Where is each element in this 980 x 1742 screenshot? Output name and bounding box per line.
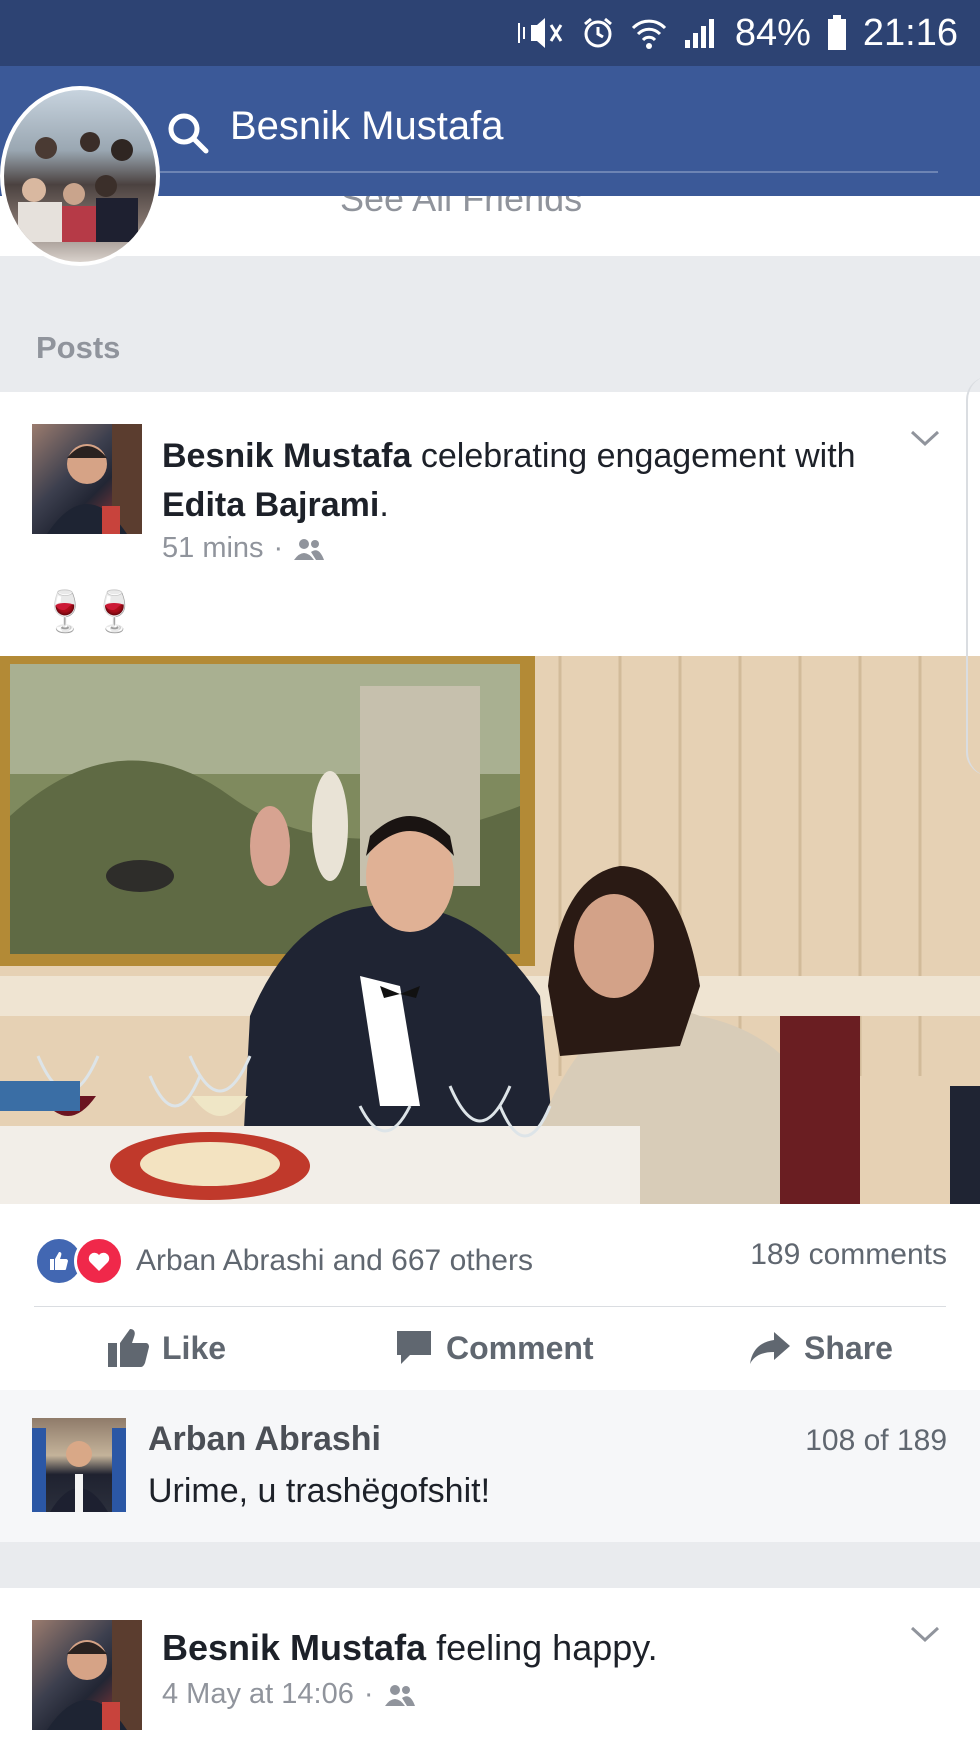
like-button[interactable]: Like [106,1322,226,1374]
meta-separator: · [363,1678,374,1710]
reactions-summary[interactable]: Arban Abrashi and 667 others [34,1236,533,1286]
post2-header-text: Besnik Mustafa feeling happy. [162,1627,658,1669]
status-bar: 84% 21:16 [0,0,980,66]
engagement-photo [0,656,980,1204]
mute-icon [517,18,563,48]
post2-author-name[interactable]: Besnik Mustafa [162,1627,426,1668]
post2-activity: feeling happy. [436,1627,658,1668]
comment-button[interactable]: Comment [394,1322,594,1374]
post-meta: 51 mins · [162,532,325,565]
comment-icon [397,1331,431,1364]
friends-audience-icon [384,1684,415,1706]
comment-text: Urime, u trashëgofshit! [148,1472,491,1510]
share-button[interactable]: Share [748,1322,893,1374]
share-label: Share [804,1329,893,1366]
post-author-avatar[interactable] [32,424,142,534]
post-emoji: 🍷🍷 [40,590,140,634]
battery-icon [827,15,846,50]
comment-preview [0,1390,980,1542]
screen-edge-curve [966,376,980,776]
search-input[interactable]: Besnik Mustafa [230,104,503,149]
commenter-avatar-image [32,1428,126,1512]
share-icon [750,1332,790,1364]
meta-separator: · [273,532,284,564]
search-underline [160,171,938,173]
status-icons: 84% 21:16 [517,10,958,56]
reactions-text: Arban Abrashi and 667 others [136,1244,533,1277]
post-options-chevron-icon[interactable] [910,428,940,448]
post-timestamp[interactable]: 51 mins [162,532,264,565]
like-icon [108,1329,149,1367]
comments-count[interactable]: 189 comments [750,1238,947,1272]
like-label: Like [162,1329,227,1366]
signal-icon [684,19,714,48]
post-photo[interactable] [0,656,980,1204]
clock: 21:16 [862,11,958,54]
commenter-name[interactable]: Arban Abrashi [148,1420,381,1459]
post-author-name[interactable]: Besnik Mustafa [162,437,411,475]
profile-photo-group [18,132,138,242]
search-icon[interactable] [165,110,211,156]
profile-picture[interactable] [0,86,160,266]
love-reaction-icon [74,1236,124,1286]
friends-audience-icon [294,538,325,560]
author-avatar-image [47,424,142,534]
post2-timestamp[interactable]: 4 May at 14:06 [162,1678,354,1711]
posts-section-title: Posts [36,330,121,365]
post2-meta: 4 May at 14:06 · [162,1678,416,1711]
post-header-text: Besnik Mustafa celebrating engagement wi… [162,432,862,530]
commenter-avatar[interactable] [32,1418,126,1512]
post2-options-chevron-icon[interactable] [910,1624,940,1644]
post-activity: celebrating engagement with [420,437,856,475]
alarm-icon [583,17,612,48]
wifi-icon [631,19,666,49]
battery-percent: 84% [734,11,811,54]
post2-author-avatar[interactable] [32,1620,142,1730]
post-activity-period: . [379,486,389,524]
comment-label: Comment [446,1329,594,1366]
comment-position[interactable]: 108 of 189 [805,1424,947,1458]
tagged-person-name[interactable]: Edita Bajrami [162,486,379,524]
divider [34,1306,946,1307]
see-all-friends-link[interactable]: See All Friends [340,196,582,220]
author-avatar-image-2 [47,1620,142,1730]
